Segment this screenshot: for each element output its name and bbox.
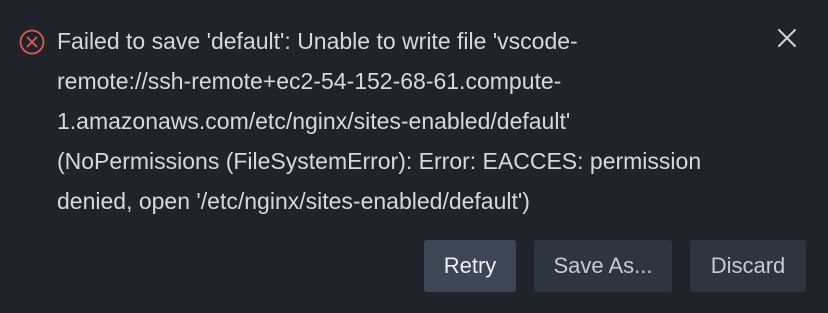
error-circle-icon: [19, 29, 45, 55]
error-notification: Failed to save 'default': Unable to writ…: [0, 0, 828, 313]
notification-message: Failed to save 'default': Unable to writ…: [57, 21, 757, 221]
close-icon: [777, 28, 797, 53]
discard-button[interactable]: Discard: [690, 240, 806, 292]
message-line: (NoPermissions (FileSystemError): Error:…: [57, 148, 702, 174]
message-line: Failed to save 'default': Unable to writ…: [57, 28, 578, 54]
message-line: remote://ssh-remote+ec2-54-152-68-61.com…: [57, 68, 562, 94]
message-line: denied, open '/etc/nginx/sites-enabled/d…: [57, 188, 530, 214]
close-button[interactable]: [772, 25, 802, 55]
save-as-button[interactable]: Save As...: [534, 240, 672, 292]
message-line: 1.amazonaws.com/etc/nginx/sites-enabled/…: [57, 108, 571, 134]
retry-button[interactable]: Retry: [424, 240, 516, 292]
